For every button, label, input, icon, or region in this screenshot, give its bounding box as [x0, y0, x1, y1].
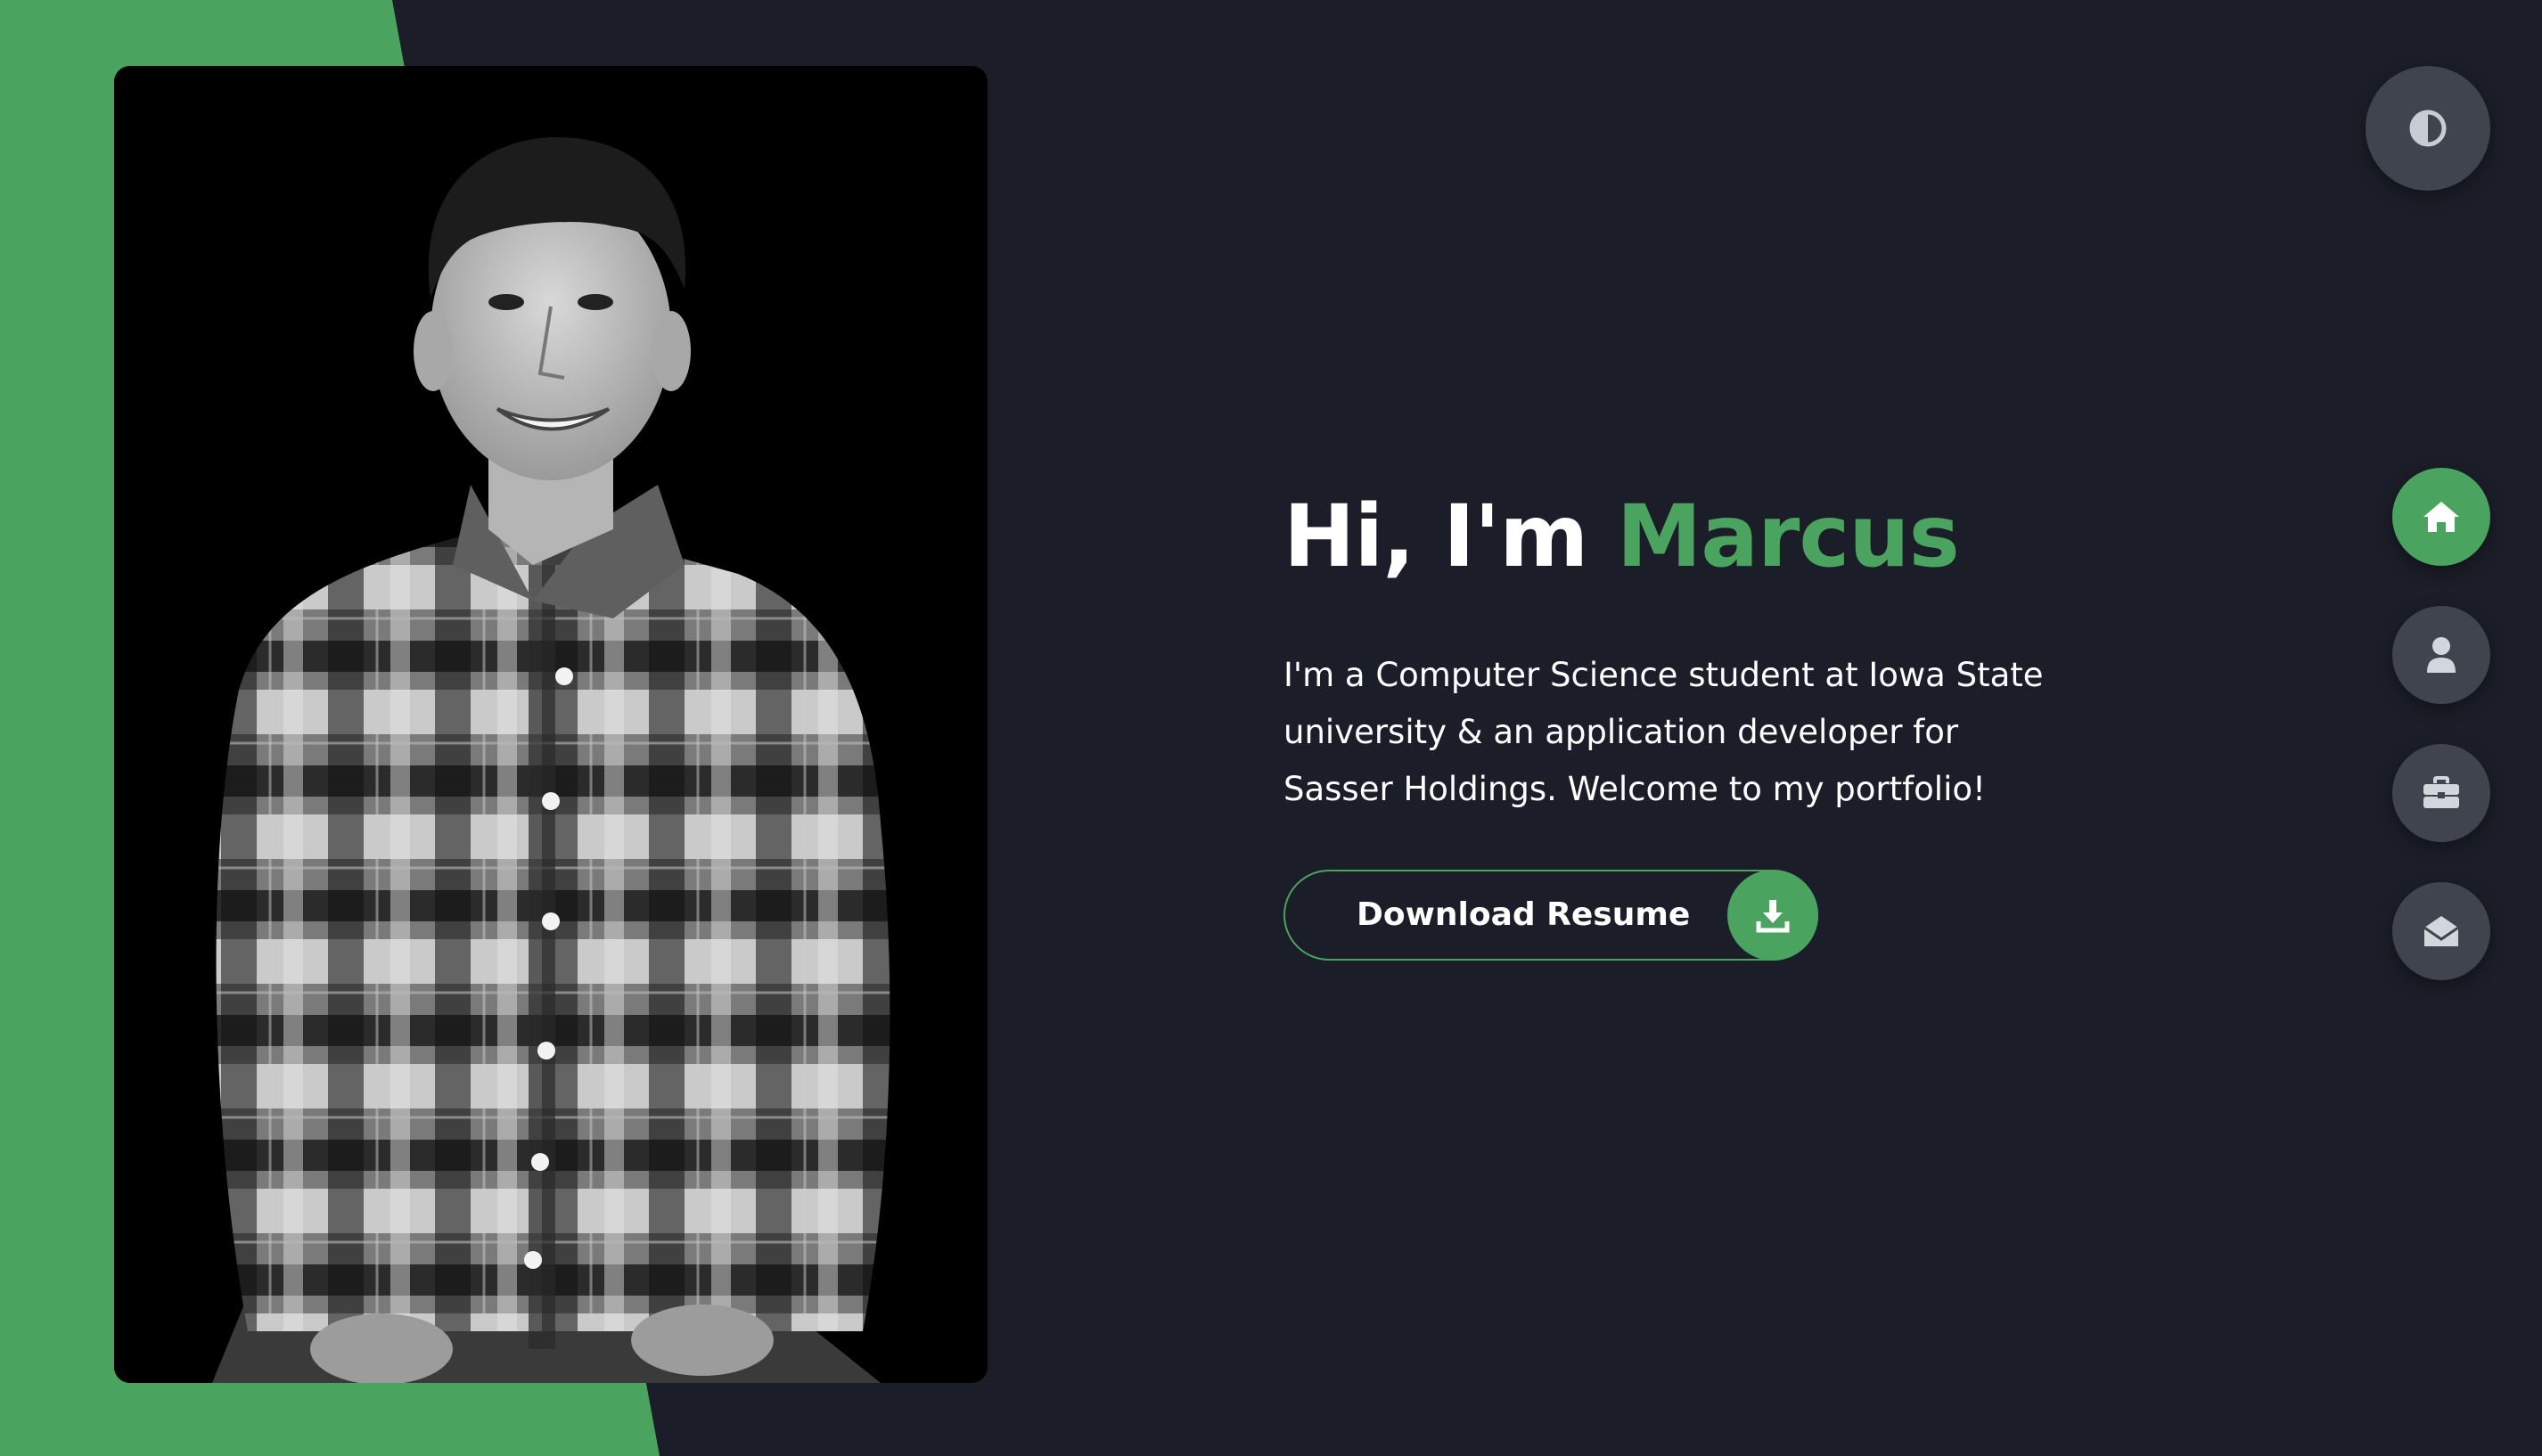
home-icon: [2423, 502, 2459, 532]
briefcase-icon: [2423, 776, 2459, 808]
hero-description: I'm a Computer Science student at Iowa S…: [1283, 655, 2044, 808]
contrast-icon: [2409, 110, 2447, 147]
hero-title: Hi, I'm Marcus: [1283, 487, 2086, 586]
hero-section: Hi, I'm Marcus I'm a Computer Science st…: [1283, 487, 2086, 961]
nav-portfolio-button[interactable]: [2392, 744, 2490, 842]
profile-photo-illustration: [114, 66, 988, 1383]
nav-contact-button[interactable]: [2392, 882, 2490, 980]
hero-greeting: Hi, I'm: [1283, 487, 1617, 586]
profile-photo: [114, 66, 988, 1383]
envelope-icon: [2423, 916, 2459, 946]
download-resume-label: Download Resume: [1357, 896, 1691, 934]
user-icon: [2427, 637, 2456, 673]
hero-name: Marcus: [1616, 487, 1960, 586]
nav-home-button[interactable]: [2392, 468, 2490, 566]
nav-about-button[interactable]: [2392, 606, 2490, 704]
theme-toggle-button[interactable]: [2366, 66, 2490, 191]
download-resume-button[interactable]: Download Resume: [1283, 869, 1818, 961]
download-icon-circle: [1727, 869, 1818, 961]
download-icon: [1756, 899, 1790, 933]
